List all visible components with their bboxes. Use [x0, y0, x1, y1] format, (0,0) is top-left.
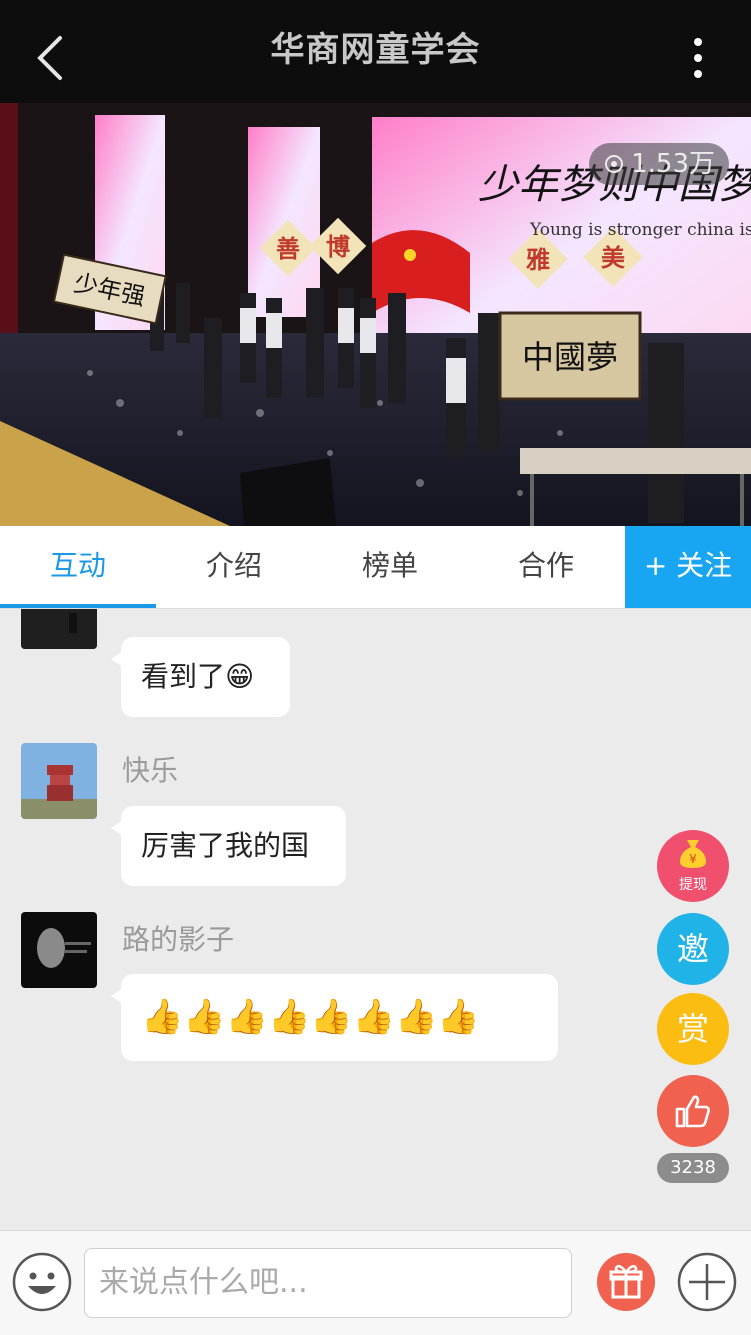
comment-input[interactable]	[97, 1264, 561, 1301]
message-text: 👍👍👍👍👍👍👍👍	[141, 997, 480, 1037]
smiley-icon	[12, 1252, 72, 1312]
more-options-button[interactable]	[682, 36, 714, 84]
avatar-image	[21, 912, 97, 988]
invite-label: 邀	[676, 930, 709, 968]
gift-button[interactable]	[597, 1253, 655, 1311]
tab-interaction[interactable]: 互动	[0, 526, 156, 606]
avatar[interactable]	[21, 912, 97, 988]
username: 快乐	[122, 754, 179, 787]
avatar[interactable]	[21, 743, 97, 819]
tile-text: 美	[601, 243, 625, 272]
view-count: 1.53万	[631, 149, 715, 179]
withdraw-button[interactable]: ¥ 提现	[657, 830, 729, 902]
page-title: 华商网童学会	[270, 30, 481, 70]
like-count-badge: 3238	[657, 1153, 729, 1183]
invite-button[interactable]: 邀	[657, 913, 729, 985]
emoji-button[interactable]	[12, 1252, 72, 1312]
tile-text: 雅	[526, 245, 550, 274]
message-text: 厉害了我的国	[141, 829, 310, 862]
tab-cooperation[interactable]: 合作	[468, 526, 624, 606]
tile-text: 博	[326, 232, 350, 261]
username: 路的影子	[122, 923, 235, 956]
like-button[interactable]	[657, 1075, 729, 1147]
avatar-image	[21, 609, 97, 649]
avatar-image	[21, 743, 97, 819]
chevron-left-icon	[37, 36, 62, 80]
message-bubble[interactable]: 看到了😁	[111, 637, 290, 717]
reward-label: 赏	[676, 1010, 709, 1048]
avatar[interactable]	[21, 609, 97, 649]
chat-list[interactable]: 看到了😁 快乐 厉害了我的国 路的影子 👍👍👍👍👍👍👍👍	[0, 609, 751, 1229]
active-tab-indicator	[0, 604, 156, 608]
svg-text:¥: ¥	[689, 852, 697, 866]
live-video-player[interactable]: 少年强 中國夢 善 博 雅 美 少年梦则中国梦 Young is stronge…	[0, 103, 751, 526]
thumbs-up-icon	[675, 1095, 710, 1128]
message-bubble[interactable]: 👍👍👍👍👍👍👍👍	[111, 974, 558, 1061]
sign-right-text: 中國夢	[522, 338, 618, 376]
plus-icon	[677, 1252, 737, 1312]
more-vertical-icon	[694, 38, 702, 78]
withdraw-label: 提现	[679, 877, 707, 893]
screen-subtitle-text: Young is stronger china is srtong	[529, 220, 751, 240]
comment-input-box[interactable]	[84, 1248, 572, 1318]
tile-text: 善	[276, 234, 300, 263]
view-count-badge: 1.53万	[589, 143, 729, 185]
money-bag-icon: ¥	[680, 840, 706, 868]
reward-button[interactable]: 赏	[657, 993, 729, 1065]
back-button[interactable]	[28, 30, 72, 82]
eye-icon	[605, 155, 624, 173]
follow-button[interactable]: + 关注	[625, 526, 751, 608]
tab-ranking[interactable]: 榜单	[312, 526, 468, 606]
gift-icon	[609, 1264, 643, 1299]
tab-intro[interactable]: 介绍	[156, 526, 312, 606]
message-text: 看到了😁	[141, 660, 255, 693]
add-more-button[interactable]	[677, 1252, 737, 1312]
message-bubble[interactable]: 厉害了我的国	[111, 806, 346, 886]
